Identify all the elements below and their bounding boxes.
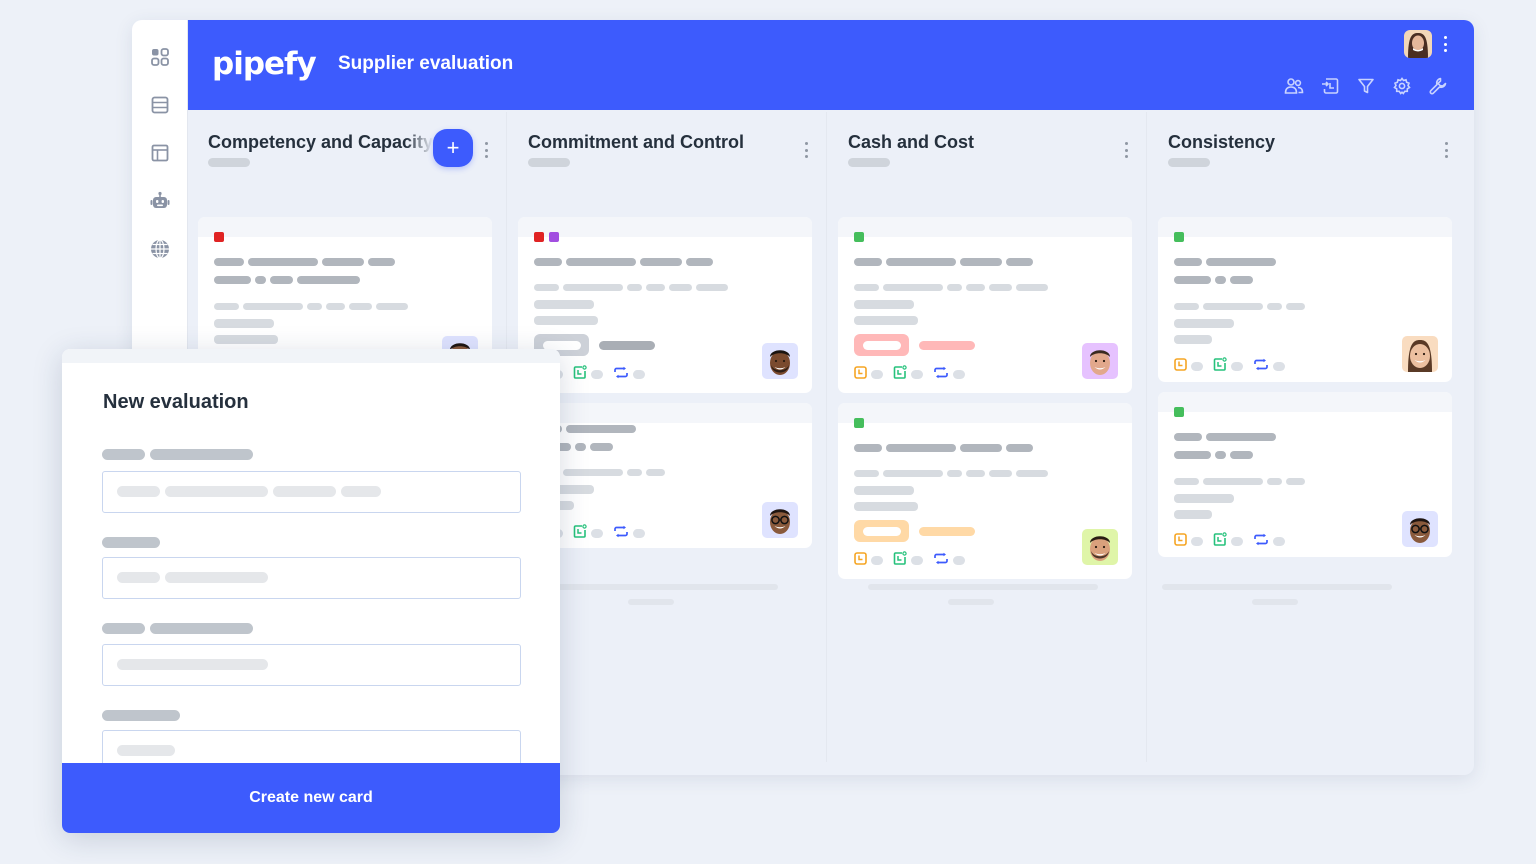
status-field: [854, 520, 975, 542]
label-green: [1174, 407, 1184, 417]
label-red: [534, 232, 544, 242]
more-options-icon[interactable]: [1440, 34, 1450, 54]
new-card-modal: New evaluation Create new card: [62, 349, 560, 833]
connection-sync-icon: [933, 366, 949, 384]
members-icon[interactable]: [1284, 76, 1304, 96]
pipefy-logo[interactable]: pipefy: [212, 46, 317, 82]
phase-title: Commitment and Control: [528, 132, 744, 152]
phase-count-placeholder: [208, 158, 250, 167]
pipe-header: pipefy Supplier evaluation: [188, 20, 1474, 110]
time-in-phase-icon: [1174, 357, 1187, 376]
time-in-phase-icon: [854, 551, 867, 570]
label-green: [854, 418, 864, 428]
create-new-card-button[interactable]: Create new card: [62, 763, 560, 833]
phase-menu-icon[interactable]: [1123, 142, 1129, 158]
phase-menu-icon[interactable]: [803, 142, 809, 158]
phase-column: Cash and Cost: [828, 110, 1148, 775]
due-date-icon: [573, 524, 587, 543]
load-more-placeholder: [1252, 599, 1298, 605]
card[interactable]: [518, 217, 812, 393]
wrench-icon[interactable]: [1428, 76, 1448, 96]
label-purple: [549, 232, 559, 242]
card-labels: [214, 232, 224, 242]
form-field-input[interactable]: [102, 644, 521, 686]
phase-title: Consistency: [1168, 132, 1276, 152]
status-badge: [854, 334, 909, 356]
filter-icon[interactable]: [1356, 76, 1376, 96]
robot-icon[interactable]: [149, 190, 171, 212]
field-label-placeholder: [102, 449, 253, 460]
phase-menu-icon[interactable]: [1443, 142, 1449, 158]
card[interactable]: [518, 403, 812, 548]
load-more-placeholder: [1162, 584, 1392, 590]
phase-title: Competency and Capacity: [208, 132, 433, 152]
connection-sync-icon: [1253, 358, 1269, 376]
card[interactable]: [1158, 217, 1452, 382]
assignee-avatar[interactable]: [762, 502, 798, 538]
layout-panel-icon[interactable]: [149, 142, 171, 164]
assignee-avatar[interactable]: [1402, 336, 1438, 372]
database-icon[interactable]: [149, 94, 171, 116]
user-avatar[interactable]: [1404, 30, 1432, 58]
field-label-placeholder: [102, 623, 253, 634]
due-date-icon: [1213, 532, 1227, 551]
field-label-placeholder: [102, 710, 180, 721]
card[interactable]: [1158, 392, 1452, 557]
assignee-avatar[interactable]: [1402, 511, 1438, 547]
card[interactable]: [838, 217, 1132, 393]
add-card-button[interactable]: +: [433, 129, 473, 167]
form-field-input[interactable]: [102, 557, 521, 599]
globe-icon[interactable]: [149, 238, 171, 260]
load-more-placeholder: [628, 599, 674, 605]
due-date-icon: [893, 365, 907, 384]
label-green: [854, 232, 864, 242]
card[interactable]: [838, 403, 1132, 579]
phase-title: Cash and Cost: [848, 132, 975, 152]
phase-count-placeholder: [848, 158, 890, 167]
card-footer: [854, 365, 975, 384]
settings-gear-icon[interactable]: [1392, 76, 1412, 96]
phase-count-placeholder: [1168, 158, 1210, 167]
time-in-phase-icon: [854, 365, 867, 384]
header-toolbar: [1284, 76, 1448, 96]
status-field: [854, 334, 975, 356]
label-red: [214, 232, 224, 242]
phase-column: Consistency: [1148, 110, 1468, 775]
phase-count-placeholder: [528, 158, 570, 167]
pipe-title: Supplier evaluation: [338, 53, 514, 74]
card-footer: [854, 551, 975, 570]
load-more-placeholder: [948, 599, 994, 605]
assignee-avatar[interactable]: [1082, 529, 1118, 565]
apps-grid-icon[interactable]: [149, 46, 171, 68]
connection-sync-icon: [613, 366, 629, 384]
phase-menu-icon[interactable]: [483, 142, 489, 158]
label-green: [1174, 232, 1184, 242]
assignee-avatar[interactable]: [762, 343, 798, 379]
form-field-input[interactable]: [102, 471, 521, 513]
connection-sync-icon: [1253, 533, 1269, 551]
load-more-placeholder: [548, 584, 778, 590]
due-date-icon: [573, 365, 587, 384]
field-label-placeholder: [102, 537, 160, 548]
load-more-placeholder: [868, 584, 1098, 590]
import-icon[interactable]: [1320, 76, 1340, 96]
card-footer: [1174, 357, 1295, 376]
due-date-icon: [1213, 357, 1227, 376]
modal-title: New evaluation: [103, 391, 249, 413]
connection-sync-icon: [613, 525, 629, 543]
time-in-phase-icon: [1174, 532, 1187, 551]
assignee-avatar[interactable]: [1082, 343, 1118, 379]
status-badge: [854, 520, 909, 542]
due-date-icon: [893, 551, 907, 570]
connection-sync-icon: [933, 552, 949, 570]
card-footer: [1174, 532, 1295, 551]
